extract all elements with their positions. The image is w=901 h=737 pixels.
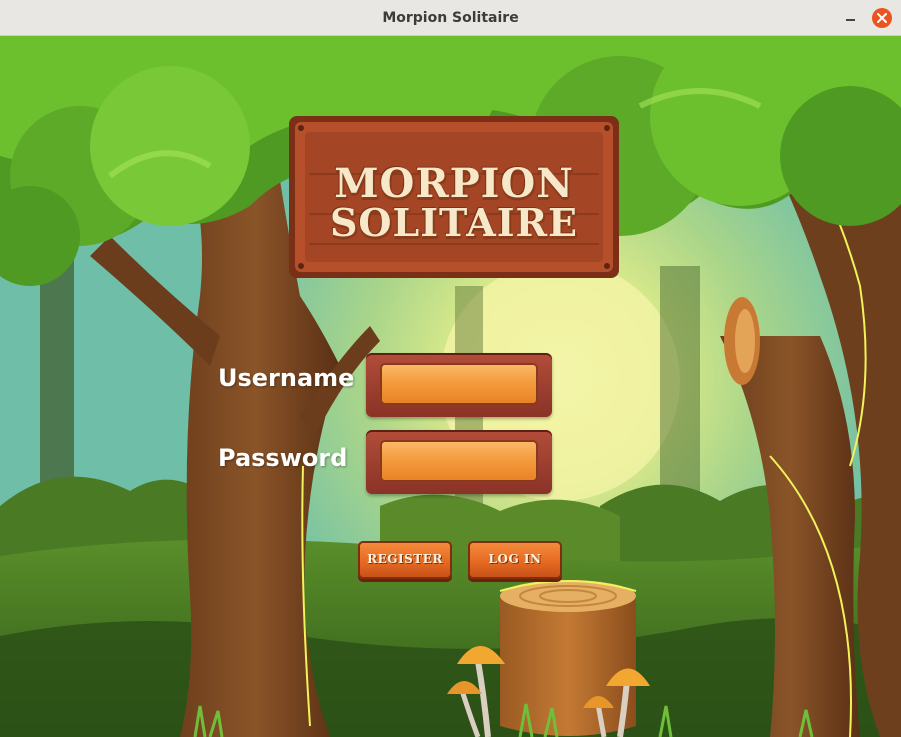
register-button[interactable]: REGISTER	[358, 541, 452, 579]
username-label: Username	[218, 364, 355, 392]
title-sign: MORPION SOLITAIRE	[287, 114, 621, 280]
username-field-frame	[366, 353, 552, 417]
app-window: Morpion Solitaire MORPION SOLITAIRE User…	[0, 0, 901, 737]
password-field-frame	[366, 430, 552, 494]
username-input[interactable]	[380, 363, 538, 405]
window-title: Morpion Solitaire	[382, 10, 519, 26]
minimize-button[interactable]	[838, 9, 862, 27]
password-input[interactable]	[380, 440, 538, 482]
close-button[interactable]	[872, 8, 892, 28]
forest-background: MORPION SOLITAIRE Username Password REGI…	[0, 36, 901, 737]
title-bar[interactable]: Morpion Solitaire	[0, 0, 901, 36]
sign-title-line2: SOLITAIRE	[329, 200, 579, 245]
close-icon	[877, 13, 887, 23]
password-label: Password	[218, 444, 348, 472]
login-button[interactable]: LOG IN	[468, 541, 562, 579]
